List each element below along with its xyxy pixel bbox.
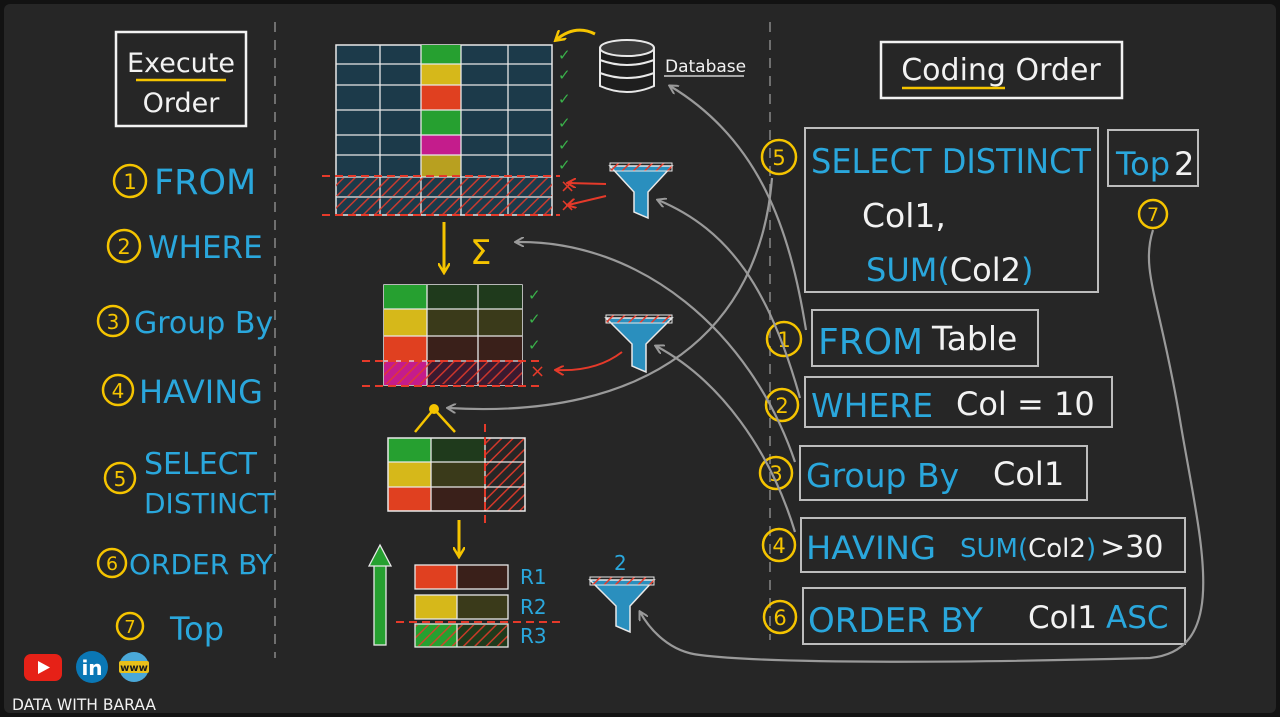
execute-step-4-number: 4	[112, 379, 125, 403]
execute-step-5-label-line1: SELECT	[144, 447, 258, 482]
svg-text:✓: ✓	[558, 46, 571, 64]
code-orderby-number: 6	[773, 606, 786, 630]
svg-text:✓: ✓	[558, 136, 571, 154]
execute-order-title-line1: Execute	[127, 48, 235, 79]
having-cross: ×	[530, 361, 545, 382]
svg-text:SUM(Col2): SUM(Col2)	[866, 251, 1033, 289]
row-label-r3: R3	[520, 624, 547, 648]
code-groupby-rest: Col1	[993, 455, 1064, 493]
top-filter-value: 2	[614, 551, 627, 575]
execute-step-2-label: WHERE	[148, 230, 263, 266]
brand-text: DATA WITH BARAA	[12, 695, 156, 714]
database-label: Database	[665, 57, 746, 77]
web-icon[interactable]: www	[119, 652, 149, 682]
svg-text:✓: ✓	[528, 310, 541, 328]
code-groupby-keyword: Group By	[806, 456, 959, 495]
code-orderby-tail: ASC	[1106, 600, 1169, 636]
code-select-col1: Col1,	[862, 196, 946, 235]
svg-text:✓: ✓	[528, 336, 541, 354]
code-where-keyword: WHERE	[811, 386, 933, 425]
code-where-rest: Col = 10	[956, 385, 1095, 423]
execute-step-6-label: ORDER BY	[129, 548, 274, 581]
youtube-icon[interactable]	[24, 654, 62, 681]
selected-table	[387, 424, 526, 526]
svg-text:Top2: Top 2	[1115, 145, 1194, 183]
sum-symbol: Σ	[470, 233, 491, 273]
svg-text:✓: ✓	[558, 66, 571, 84]
code-from-keyword: FROM	[818, 322, 923, 363]
code-select-sum-col: Col2	[950, 251, 1021, 289]
execute-step-7-label: Top	[169, 610, 224, 648]
coding-order-title: Coding Order	[901, 53, 1101, 88]
code-orderby-keyword: ORDER BY	[808, 601, 983, 641]
execute-step-2-number: 2	[117, 235, 130, 259]
execute-step-3-number: 3	[107, 310, 120, 334]
sql-order-diagram: Execute Order 1 FROM 2 WHERE 3 Group By …	[0, 0, 1280, 717]
code-select-number: 5	[772, 146, 785, 170]
execute-step-5-label-line2: DISTINCT	[144, 487, 275, 520]
row-label-r2: R2	[520, 595, 547, 619]
source-table	[322, 44, 560, 216]
svg-text:✓: ✓	[558, 114, 571, 132]
svg-text:SUM(Col2)>30: SUM(Col2) >30	[960, 530, 1163, 565]
svg-text:✓: ✓	[558, 156, 571, 174]
execute-step-6-number: 6	[106, 553, 118, 575]
execute-step-1-label: FROM	[154, 163, 256, 203]
svg-text:✓: ✓	[528, 286, 541, 304]
code-having-keyword: HAVING	[806, 529, 936, 567]
execute-step-3-label: Group By	[134, 306, 273, 341]
svg-text:✓: ✓	[558, 90, 571, 108]
where-cross-2: ×	[560, 195, 575, 216]
code-having-number: 4	[772, 534, 785, 558]
code-having-close: )	[1086, 534, 1096, 564]
row-labels: R1 R2 R3	[520, 565, 547, 648]
code-top-number: 7	[1147, 204, 1159, 226]
code-having-rest: >30	[1100, 530, 1163, 565]
code-from-rest: Table	[931, 319, 1017, 358]
execute-step-1-number: 1	[123, 170, 136, 194]
database-icon	[599, 39, 655, 93]
code-select-sum-close: )	[1021, 251, 1033, 289]
linkedin-icon[interactable]: in	[76, 651, 108, 683]
code-having-fn: SUM(	[960, 534, 1028, 564]
where-cross-1: ×	[560, 176, 575, 197]
code-select-sum-fn: SUM(	[866, 251, 950, 289]
execute-step-4-label: HAVING	[139, 373, 263, 411]
web-text: www	[120, 663, 148, 674]
code-having-arg: Col2	[1028, 534, 1086, 564]
code-top-keyword: Top	[1115, 145, 1170, 183]
code-select-keyword: SELECT DISTINCT	[811, 142, 1091, 182]
code-orderby-rest: Col1	[1028, 600, 1097, 636]
linkedin-text: in	[81, 656, 102, 680]
execute-step-5-number: 5	[114, 467, 127, 491]
code-where-number: 2	[775, 394, 788, 418]
execute-order-title-line2: Order	[143, 88, 221, 119]
execute-step-7-number: 7	[124, 617, 135, 638]
grouped-table-checks: ✓ ✓ ✓	[528, 286, 541, 354]
code-top-value: 2	[1174, 145, 1194, 183]
grouped-table	[362, 284, 544, 387]
row-label-r1: R1	[520, 565, 547, 589]
